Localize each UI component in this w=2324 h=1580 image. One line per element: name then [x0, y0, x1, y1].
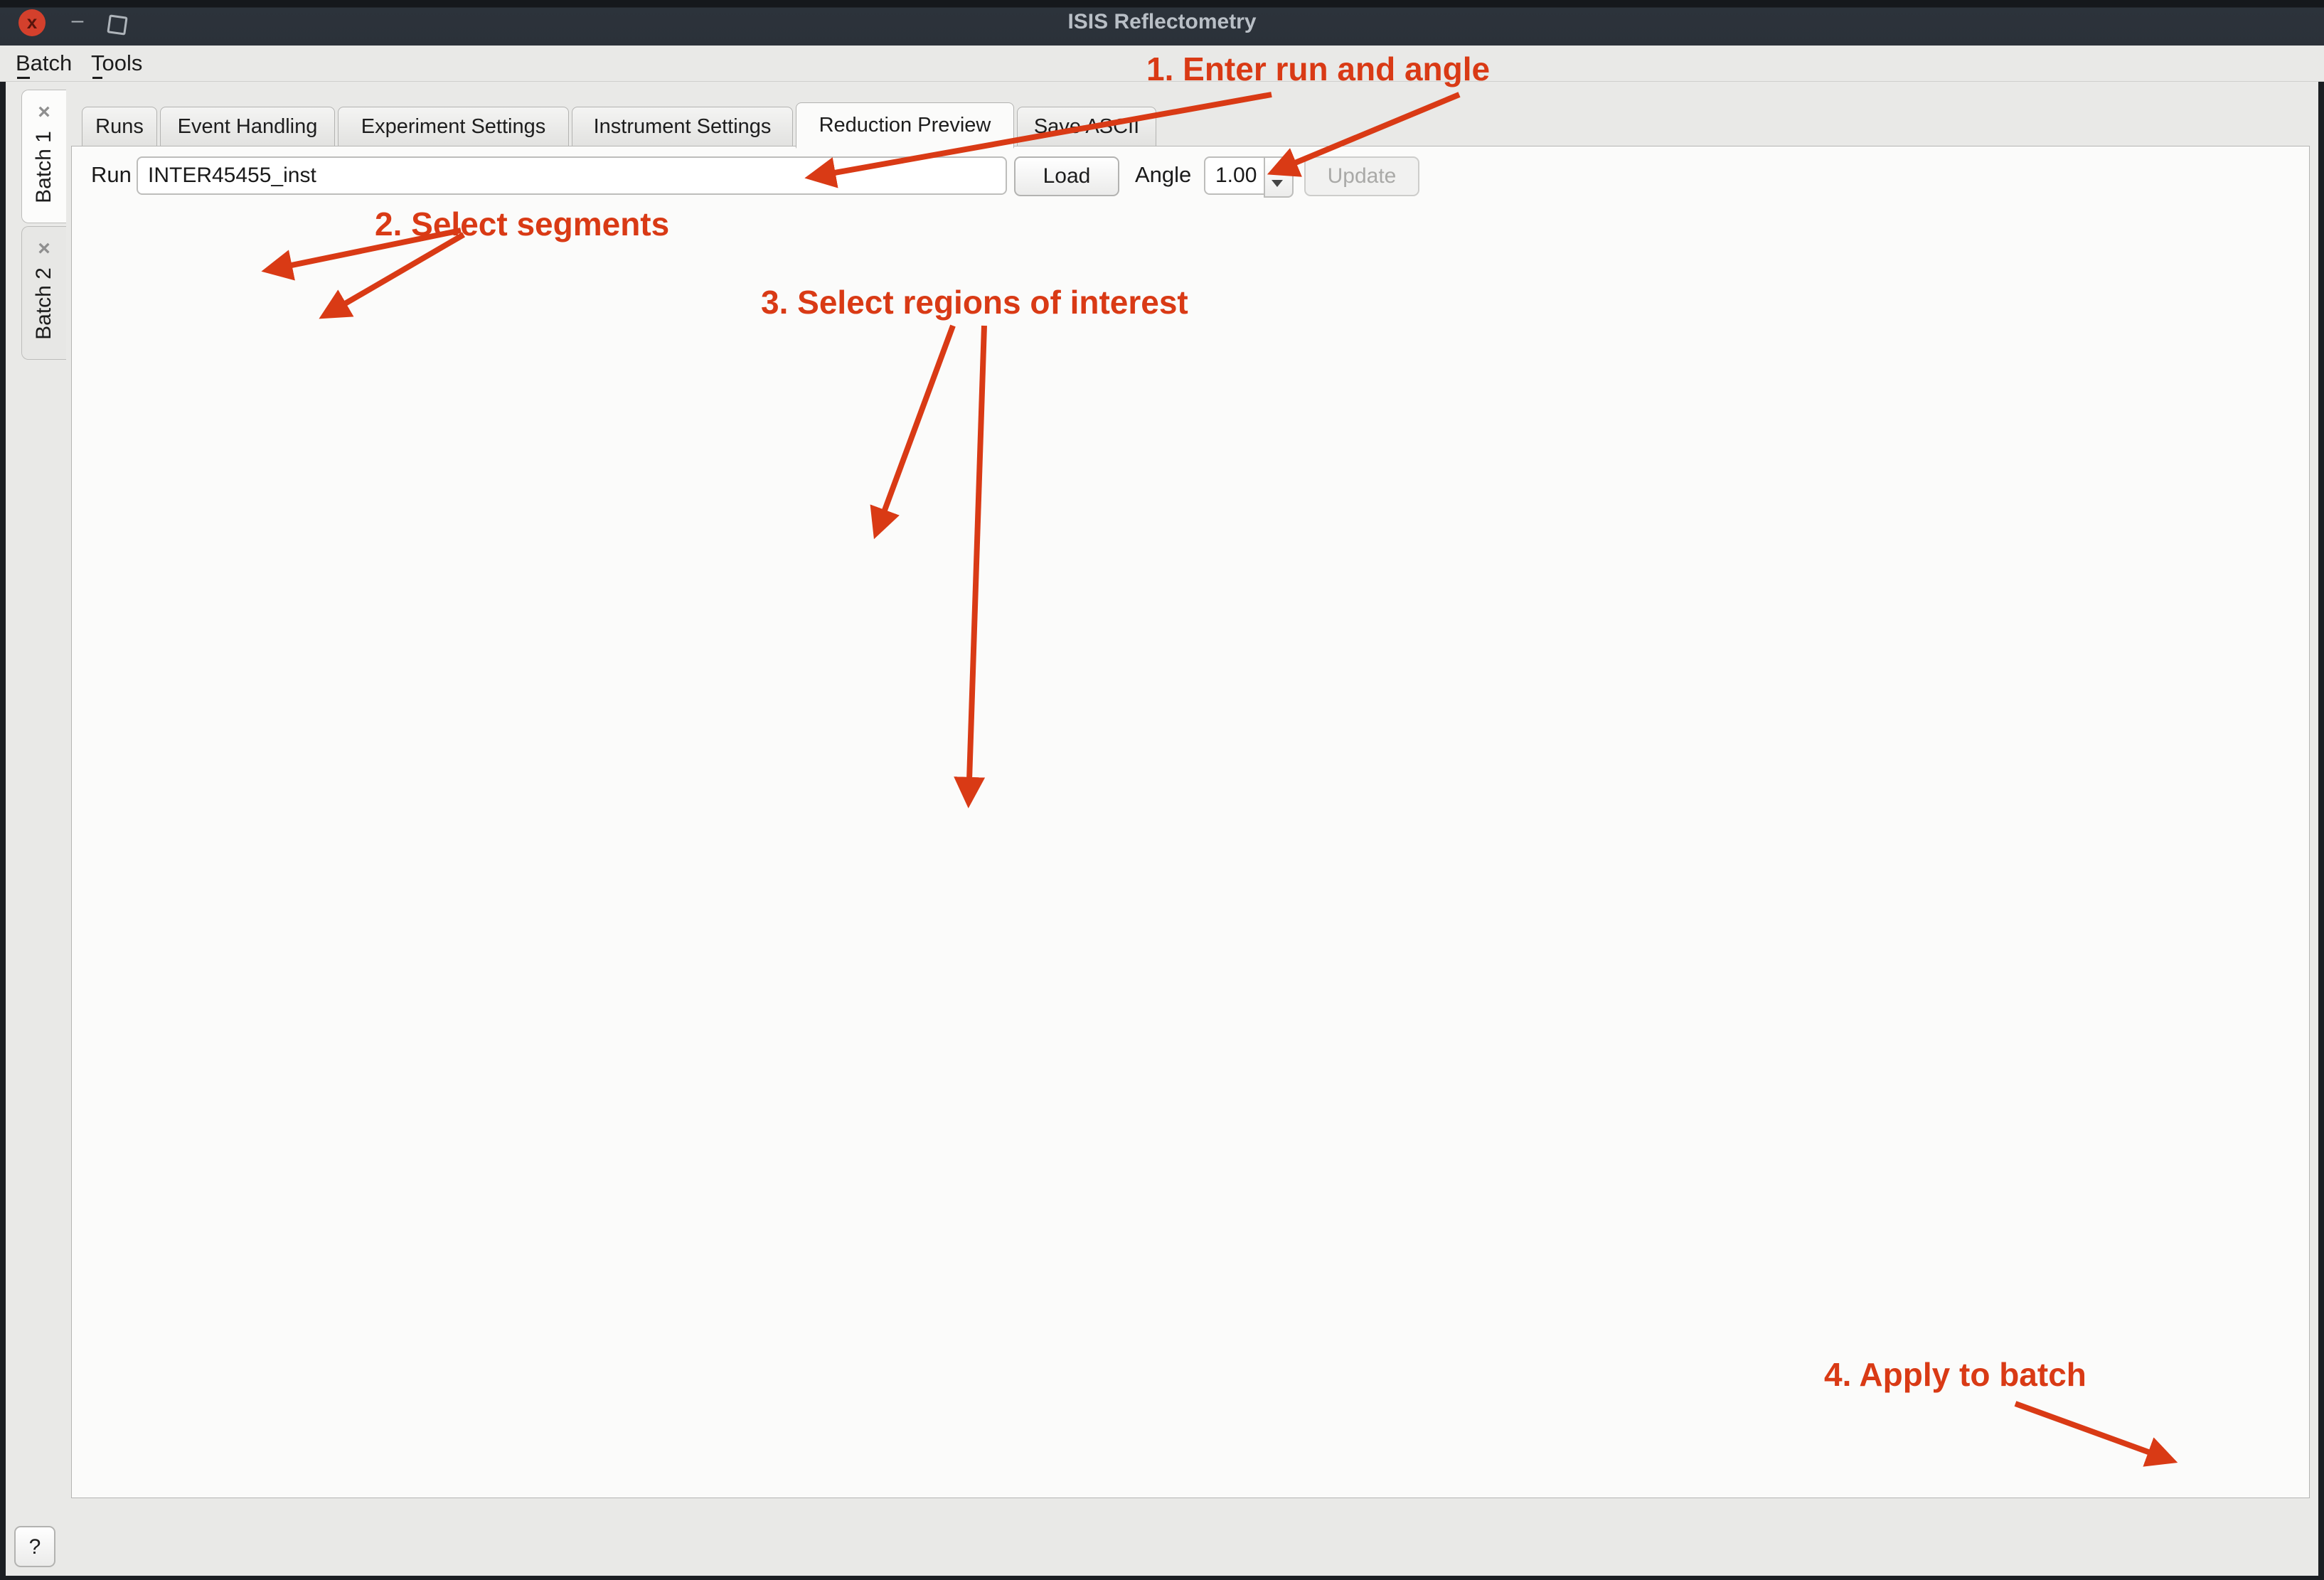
- annotation-step4: 4. Apply to batch: [1824, 1355, 2086, 1394]
- window-title: ISIS Reflectometry: [0, 10, 2324, 34]
- window-left-border: [0, 46, 6, 1580]
- annotation-step1: 1. Enter run and angle: [1146, 50, 1490, 88]
- annotation-step3: 3. Select regions of interest: [761, 283, 1188, 321]
- tab-event-handling[interactable]: Event Handling: [160, 107, 335, 146]
- dock-tab-label: Batch 1: [32, 131, 56, 203]
- close-icon[interactable]: ×: [22, 100, 66, 124]
- menu-tools[interactable]: Tools: [91, 50, 142, 77]
- menu-batch[interactable]: Batch: [16, 50, 72, 77]
- spin-down-icon[interactable]: [1272, 180, 1283, 187]
- menu-tools-mnemonic: [92, 77, 102, 79]
- tab-experiment-settings[interactable]: Experiment Settings: [338, 107, 569, 146]
- angle-spinner-buttons[interactable]: [1264, 156, 1294, 198]
- dock-tab-batch-1[interactable]: × Batch 1: [21, 90, 66, 223]
- run-input[interactable]: [137, 156, 1007, 195]
- titlebar: x – ISIS Reflectometry: [0, 0, 2324, 46]
- update-button[interactable]: Update: [1304, 156, 1419, 196]
- close-icon[interactable]: ×: [22, 237, 66, 261]
- dock-tab-batch-2[interactable]: × Batch 2: [21, 226, 66, 360]
- spin-up-icon[interactable]: [1272, 164, 1283, 171]
- help-button[interactable]: ?: [14, 1526, 55, 1567]
- dock-tab-label: Batch 2: [32, 267, 56, 340]
- tab-save-ascii[interactable]: Save ASCII: [1017, 107, 1156, 146]
- run-label: Run: [91, 162, 132, 188]
- angle-label: Angle: [1135, 162, 1191, 188]
- reduction-preview-page: [71, 146, 2310, 1498]
- isis-reflectometry-window: x – ISIS Reflectometry Batch Tools × Bat…: [0, 0, 2324, 1580]
- menu-batch-mnemonic: [17, 77, 30, 79]
- tab-runs[interactable]: Runs: [82, 107, 157, 146]
- tab-reduction-preview[interactable]: Reduction Preview: [796, 102, 1014, 149]
- load-button[interactable]: Load: [1014, 156, 1119, 196]
- annotation-step2: 2. Select segments: [375, 205, 669, 243]
- window-bottom-border: [0, 1576, 2324, 1580]
- window-right-border: [2318, 46, 2324, 1580]
- tab-instrument-settings[interactable]: Instrument Settings: [572, 107, 793, 146]
